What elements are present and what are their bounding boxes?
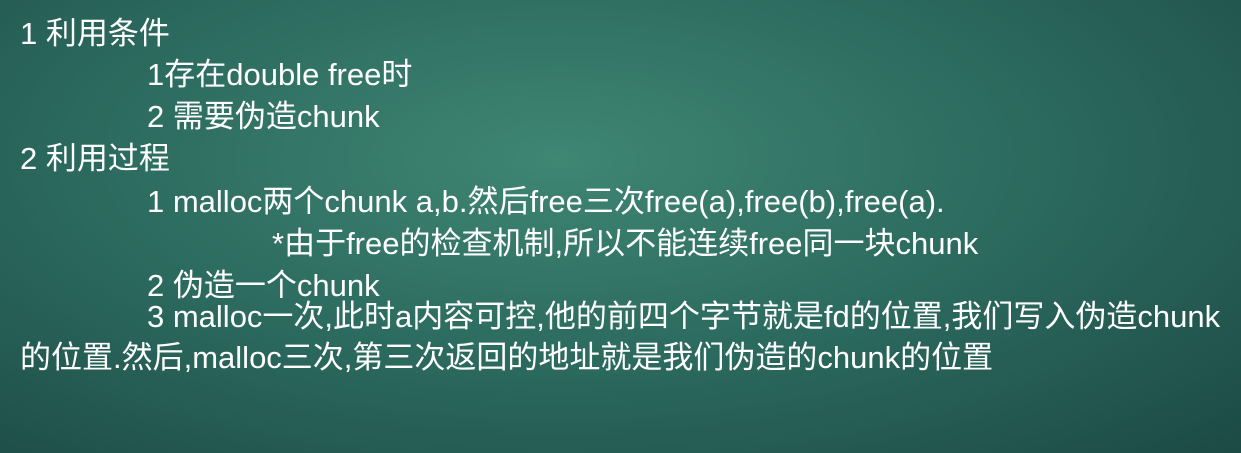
- condition-item-2: 2 需要伪造chunk: [147, 99, 380, 134]
- process-step-1-note: *由于free的检查机制,所以不能连续free同一块chunk: [272, 226, 979, 261]
- condition-item-1: 1存在double free时: [147, 57, 413, 92]
- process-step-3-paragraph: 3 malloc一次,此时a内容可控,他的前四个字节就是fd的位置,我们写入伪造…: [20, 299, 1221, 375]
- heading-conditions: 1 利用条件: [20, 16, 170, 51]
- heading-process: 2 利用过程: [20, 141, 170, 176]
- process-step-1: 1 malloc两个chunk a,b.然后free三次free(a),free…: [147, 184, 945, 219]
- slide: 1 利用条件 1存在double free时 2 需要伪造chunk 2 利用过…: [0, 0, 1241, 453]
